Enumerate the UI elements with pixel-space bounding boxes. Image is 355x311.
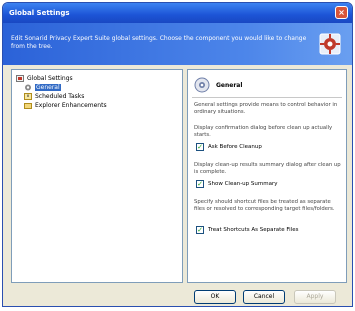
checkmark-icon[interactable]: ✓ <box>196 226 204 234</box>
tree-item-explorer-enhancements[interactable]: Explorer Enhancements <box>24 101 107 110</box>
general-gear-icon <box>194 77 210 93</box>
panel-divider <box>192 97 342 98</box>
settings-gear-icon <box>319 33 341 55</box>
close-icon[interactable]: × <box>335 6 348 19</box>
window-title: Global Settings <box>9 9 70 17</box>
banner-text: Edit Sonarid Privacy Expert Suite global… <box>11 35 307 50</box>
settings-panel: General General settings provide means t… <box>187 69 347 283</box>
tree-item-scheduled-tasks[interactable]: Scheduled Tasks <box>24 92 84 101</box>
general-description: General settings provide means to contro… <box>194 102 338 115</box>
tree-root-global-settings[interactable]: Global Settings <box>16 74 73 83</box>
settings-icon <box>16 75 24 82</box>
tree-item-label: General <box>35 84 61 91</box>
shortcut-description: Specify should shortcut files be treated… <box>194 199 335 212</box>
global-settings-window: Global Settings × Edit Sonarid Privacy E… <box>2 2 353 307</box>
gear-icon <box>25 84 31 91</box>
tree-item-general[interactable]: General <box>24 83 61 92</box>
panel-title: General <box>216 81 243 89</box>
show-cleanup-summary-checkbox[interactable]: ✓ Show Clean-up Summary <box>196 180 278 188</box>
tree-item-label: Explorer Enhancements <box>35 102 107 109</box>
header-banner: Edit Sonarid Privacy Expert Suite global… <box>3 23 352 65</box>
checkmark-icon[interactable]: ✓ <box>196 143 204 151</box>
clock-icon <box>24 93 32 100</box>
checkmark-icon[interactable]: ✓ <box>196 180 204 188</box>
treat-shortcuts-checkbox[interactable]: ✓ Treat Shortcuts As Separate Files <box>196 226 299 234</box>
checkbox-label: Show Clean-up Summary <box>208 181 278 187</box>
cancel-button[interactable]: Cancel <box>243 290 285 304</box>
apply-button[interactable]: Apply <box>294 290 336 304</box>
panel-header: General <box>194 76 242 94</box>
summary-description: Display clean-up results summary dialog … <box>194 162 341 175</box>
confirm-description: Display confirmation dialog before clean… <box>194 125 333 138</box>
tree-root-label: Global Settings <box>27 75 73 82</box>
title-bar[interactable]: Global Settings × <box>3 3 352 23</box>
ok-button[interactable]: OK <box>194 290 236 304</box>
checkbox-label: Treat Shortcuts As Separate Files <box>208 227 299 233</box>
tree-item-label: Scheduled Tasks <box>35 93 85 100</box>
checkbox-label: Ask Before Cleanup <box>208 144 262 150</box>
folder-icon <box>24 103 32 109</box>
ask-before-cleanup-checkbox[interactable]: ✓ Ask Before Cleanup <box>196 143 262 151</box>
settings-tree[interactable]: Global Settings General Scheduled Tasks … <box>11 69 183 283</box>
